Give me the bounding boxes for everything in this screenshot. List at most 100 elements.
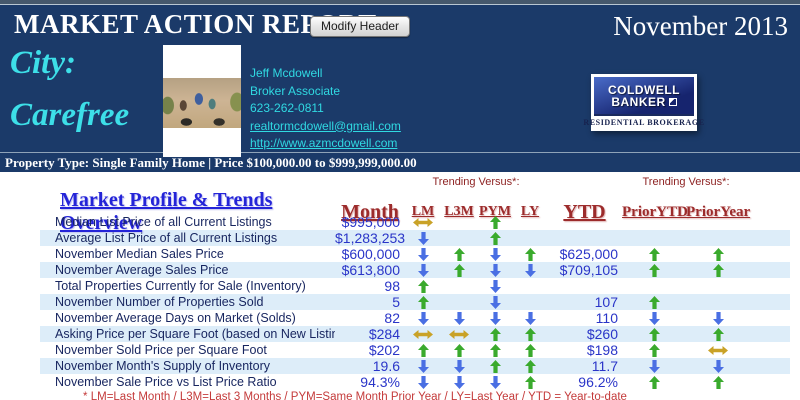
brokerage-logo: COLDWELL BANKER RESIDENTIAL BROKERAGE	[591, 74, 697, 131]
trend-down-arrow	[490, 264, 501, 277]
trend-up-arrow	[418, 280, 429, 293]
trend-cell-prior-ytd	[622, 360, 686, 373]
table-row: November Month's Supply of Inventory 19.…	[40, 358, 790, 374]
trend-cell-lm	[405, 330, 441, 339]
trend-cell-prior-ytd	[622, 264, 686, 277]
month-value: 94.3%	[335, 374, 405, 390]
trend-cell-prior-ytd	[622, 328, 686, 341]
trend-cell-prior-year	[686, 248, 750, 261]
modify-header-button[interactable]: Modify Header	[310, 16, 410, 37]
trend-cell-lm	[405, 312, 441, 325]
trend-flat-arrow	[708, 346, 728, 355]
trend-cell-ly	[513, 328, 547, 341]
metric-label: Asking Price per Square Foot (based on N…	[40, 327, 335, 341]
city-block: City: Carefree	[10, 37, 129, 141]
trend-cell-lm	[405, 264, 441, 277]
trend-up-arrow	[525, 328, 536, 341]
trend-up-arrow	[490, 216, 501, 229]
trend-down-arrow	[490, 376, 501, 389]
trend-cell-l3m	[441, 376, 477, 389]
property-filter-bar: Property Type: Single Family Home | Pric…	[0, 152, 800, 172]
trend-down-arrow	[525, 264, 536, 277]
month-value: $1,283,253	[335, 230, 405, 246]
month-value: $284	[335, 326, 405, 342]
table-row: November Median Sales Price $600,000 $62…	[40, 246, 790, 262]
trend-cell-pym	[477, 296, 513, 309]
metric-label: November Average Sales Price	[40, 263, 335, 277]
trend-down-arrow	[418, 312, 429, 325]
table-body: Median List Price of all Current Listing…	[40, 214, 790, 390]
trend-cell-ly	[513, 248, 547, 261]
metric-label: Median List Price of all Current Listing…	[40, 215, 335, 229]
agent-phone: 623-262-0811	[250, 100, 401, 118]
month-value: 82	[335, 310, 405, 326]
agent-photo	[163, 45, 241, 157]
month-value: $600,000	[335, 246, 405, 262]
trend-cell-l3m	[441, 312, 477, 325]
trend-cell-l3m	[441, 248, 477, 261]
trend-down-arrow	[490, 248, 501, 261]
trend-down-arrow	[418, 264, 429, 277]
trending-versus-label-2: Trending Versus*:	[622, 176, 750, 188]
trend-cell-prior-year	[686, 264, 750, 277]
trend-cell-lm	[405, 218, 441, 227]
trend-cell-pym	[477, 344, 513, 357]
table-row: November Sale Price vs List Price Ratio …	[40, 374, 790, 390]
trend-down-arrow	[713, 312, 724, 325]
agent-job-title: Broker Associate	[250, 83, 401, 101]
trend-cell-pym	[477, 376, 513, 389]
ytd-value: 110	[547, 310, 622, 326]
ytd-value: $625,000	[547, 246, 622, 262]
trend-cell-pym	[477, 216, 513, 229]
agent-website-link[interactable]: http://www.azmcdowell.com	[250, 135, 401, 153]
trend-up-arrow	[649, 264, 660, 277]
trend-cell-ly	[513, 376, 547, 389]
month-value: 19.6	[335, 358, 405, 374]
trend-cell-prior-year	[686, 360, 750, 373]
trend-cell-l3m	[441, 344, 477, 357]
trend-cell-lm	[405, 376, 441, 389]
brokerage-square-icon	[669, 98, 677, 106]
trend-cell-prior-ytd	[622, 248, 686, 261]
metric-label: Total Properties Currently for Sale (Inv…	[40, 279, 335, 293]
trend-cell-pym	[477, 232, 513, 245]
column-header-ytd: YTD	[547, 201, 622, 224]
ytd-value: $260	[547, 326, 622, 342]
agent-contact-block: Jeff Mcdowell Broker Associate 623-262-0…	[250, 65, 401, 153]
table-row: November Average Days on Market (Solds) …	[40, 310, 790, 326]
table-row: Asking Price per Square Foot (based on N…	[40, 326, 790, 342]
metric-label: Average List Price of all Current Listin…	[40, 231, 335, 245]
ytd-value: 107	[547, 294, 622, 310]
trend-up-arrow	[649, 248, 660, 261]
trend-cell-ly	[513, 344, 547, 357]
table-row: November Average Sales Price $613,800 $7…	[40, 262, 790, 278]
ytd-value: $198	[547, 342, 622, 358]
trend-flat-arrow	[413, 218, 433, 227]
trend-down-arrow	[490, 280, 501, 293]
trend-up-arrow	[454, 344, 465, 357]
trend-cell-prior-year	[686, 346, 750, 355]
agent-email-link[interactable]: realtormcdowell@gmail.com	[250, 118, 401, 136]
trend-cell-ly	[513, 360, 547, 373]
trend-up-arrow	[713, 248, 724, 261]
trend-up-arrow	[490, 232, 501, 245]
brokerage-logo-mark: COLDWELL BANKER	[594, 77, 694, 114]
trend-cell-prior-ytd	[622, 312, 686, 325]
trend-cell-prior-year	[686, 328, 750, 341]
ytd-value: 96.2%	[547, 374, 622, 390]
trend-cell-pym	[477, 248, 513, 261]
trend-up-arrow	[649, 376, 660, 389]
trend-down-arrow	[649, 312, 660, 325]
table-row: November Number of Properties Sold 5 107	[40, 294, 790, 310]
trend-down-arrow	[713, 360, 724, 373]
trend-down-arrow	[418, 248, 429, 261]
legend-footnote: * LM=Last Month / L3M=Last 3 Months / PY…	[40, 391, 790, 400]
trend-cell-pym	[477, 360, 513, 373]
month-value: 5	[335, 294, 405, 310]
month-value: $995,000	[335, 214, 405, 230]
column-header-prior-ytd: PriorYTD	[622, 204, 686, 221]
trend-up-arrow	[418, 344, 429, 357]
month-value: $613,800	[335, 262, 405, 278]
table-header-row: Market Profile & Trends Overview Month L…	[40, 189, 790, 214]
agent-name: Jeff Mcdowell	[250, 65, 401, 83]
